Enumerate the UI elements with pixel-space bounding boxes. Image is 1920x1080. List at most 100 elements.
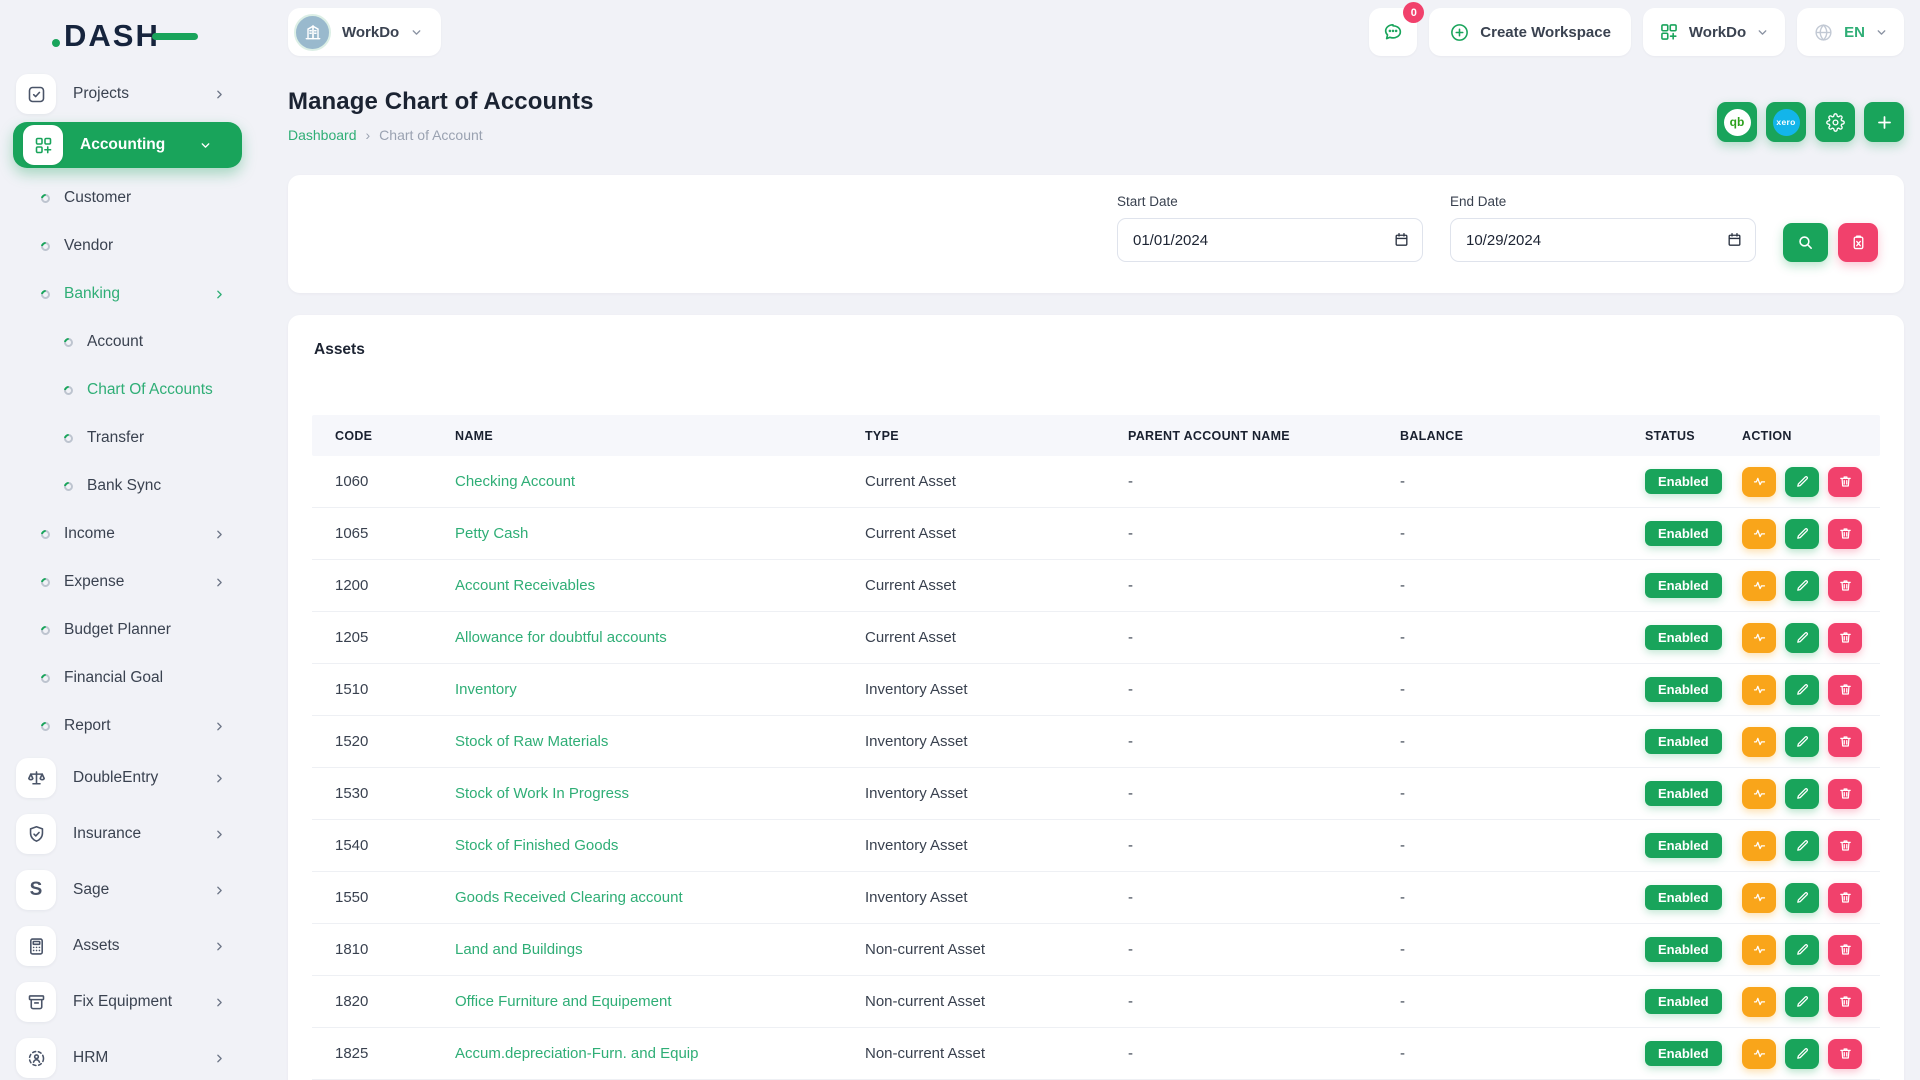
delete-button[interactable] (1828, 831, 1862, 861)
breadcrumb-dashboard-link[interactable]: Dashboard (288, 127, 357, 143)
cell-actions (1742, 935, 1880, 965)
delete-button[interactable] (1828, 727, 1862, 757)
delete-button[interactable] (1828, 467, 1862, 497)
transactions-button[interactable] (1742, 883, 1776, 913)
delete-button[interactable] (1828, 1039, 1862, 1069)
delete-button[interactable] (1828, 519, 1862, 549)
language-selector[interactable]: EN (1797, 8, 1904, 56)
sidebar-item-transfer[interactable]: Transfer (0, 414, 256, 462)
edit-button[interactable] (1785, 623, 1819, 653)
status-badge: Enabled (1645, 573, 1722, 598)
status-badge: Enabled (1645, 885, 1722, 910)
workspace-pill[interactable]: WorkDo (288, 8, 441, 56)
account-name-link[interactable]: Stock of Finished Goods (455, 837, 865, 854)
workspace-avatar (294, 14, 331, 51)
delete-button[interactable] (1828, 623, 1862, 653)
sidebar-item-fix-equipment[interactable]: Fix Equipment (0, 974, 256, 1030)
sidebar-item-income[interactable]: Income (0, 510, 256, 558)
create-workspace-button[interactable]: Create Workspace (1429, 8, 1631, 56)
sidebar-item-customer[interactable]: Customer (0, 174, 256, 222)
pencil-icon (1795, 526, 1810, 541)
activity-icon (1752, 734, 1767, 749)
table-row: 1205Allowance for doubtful accountsCurre… (312, 612, 1880, 664)
end-date-input[interactable] (1450, 218, 1756, 262)
messages-button[interactable]: 0 (1369, 8, 1417, 56)
account-name-link[interactable]: Account Receivables (455, 577, 865, 594)
xero-button[interactable]: xero (1766, 102, 1806, 142)
sidebar-item-sage[interactable]: SSage (0, 862, 256, 918)
sidebar-item-accounting[interactable]: Accounting (13, 122, 242, 168)
edit-button[interactable] (1785, 883, 1819, 913)
delete-button[interactable] (1828, 571, 1862, 601)
cell-actions (1742, 831, 1880, 861)
transactions-button[interactable] (1742, 779, 1776, 809)
transactions-button[interactable] (1742, 935, 1776, 965)
edit-button[interactable] (1785, 779, 1819, 809)
account-name-link[interactable]: Petty Cash (455, 525, 865, 542)
delete-button[interactable] (1828, 675, 1862, 705)
transactions-button[interactable] (1742, 727, 1776, 757)
sidebar-item-chart-of-accounts[interactable]: Chart Of Accounts (0, 366, 256, 414)
transactions-button[interactable] (1742, 467, 1776, 497)
transactions-button[interactable] (1742, 987, 1776, 1017)
sidebar-item-doubleentry[interactable]: DoubleEntry (0, 750, 256, 806)
sidebar-item-bank-sync[interactable]: Bank Sync (0, 462, 256, 510)
edit-button[interactable] (1785, 571, 1819, 601)
account-name-link[interactable]: Inventory (455, 681, 865, 698)
account-name-link[interactable]: Land and Buildings (455, 941, 865, 958)
delete-button[interactable] (1828, 987, 1862, 1017)
sidebar-item-hrm[interactable]: HRM (0, 1030, 256, 1080)
sidebar-item-report[interactable]: Report (0, 702, 256, 750)
sidebar-item-financial-goal[interactable]: Financial Goal (0, 654, 256, 702)
sidebar-item-account[interactable]: Account (0, 318, 256, 366)
account-name-link[interactable]: Allowance for doubtful accounts (455, 629, 865, 646)
transactions-button[interactable] (1742, 831, 1776, 861)
page-actions: qb xero (1717, 102, 1904, 143)
edit-button[interactable] (1785, 1039, 1819, 1069)
sidebar-item-budget-planner[interactable]: Budget Planner (0, 606, 256, 654)
edit-button[interactable] (1785, 467, 1819, 497)
edit-button[interactable] (1785, 675, 1819, 705)
sidebar-item-projects[interactable]: Projects (0, 72, 256, 116)
account-name-link[interactable]: Office Furniture and Equipement (455, 993, 865, 1010)
sidebar-item-expense[interactable]: Expense (0, 558, 256, 606)
sidebar-item-banking[interactable]: Banking (0, 270, 256, 318)
delete-button[interactable] (1828, 883, 1862, 913)
edit-button[interactable] (1785, 831, 1819, 861)
trash-icon (1838, 526, 1853, 541)
edit-button[interactable] (1785, 727, 1819, 757)
transactions-button[interactable] (1742, 571, 1776, 601)
clear-filter-button[interactable] (1838, 223, 1878, 262)
pencil-icon (1795, 1046, 1810, 1061)
brand-logo[interactable]: DASH (64, 14, 194, 58)
edit-button[interactable] (1785, 935, 1819, 965)
sidebar-item-insurance[interactable]: Insurance (0, 806, 256, 862)
settings-button[interactable] (1815, 102, 1855, 142)
transactions-button[interactable] (1742, 519, 1776, 549)
quickbooks-button[interactable]: qb (1717, 102, 1757, 142)
sidebar-item-label: DoubleEntry (73, 769, 158, 787)
quickbooks-icon: qb (1724, 109, 1751, 136)
clipboard-slash-icon (1850, 234, 1867, 251)
transactions-button[interactable] (1742, 623, 1776, 653)
search-button[interactable] (1783, 223, 1828, 262)
add-account-button[interactable] (1864, 102, 1904, 142)
start-date-input[interactable] (1117, 218, 1423, 262)
edit-button[interactable] (1785, 987, 1819, 1017)
transactions-button[interactable] (1742, 675, 1776, 705)
edit-button[interactable] (1785, 519, 1819, 549)
delete-button[interactable] (1828, 779, 1862, 809)
workspace-switcher[interactable]: WorkDo (1643, 8, 1785, 56)
column-header-status: STATUS (1645, 429, 1742, 443)
account-name-link[interactable]: Checking Account (455, 473, 865, 490)
account-name-link[interactable]: Accum.depreciation-Furn. and Equip (455, 1045, 865, 1062)
start-date-label: Start Date (1117, 194, 1423, 209)
delete-button[interactable] (1828, 935, 1862, 965)
sidebar-item-assets[interactable]: Assets (0, 918, 256, 974)
account-name-link[interactable]: Stock of Raw Materials (455, 733, 865, 750)
main-area: WorkDo 0 Create Workspace (288, 0, 1904, 1080)
transactions-button[interactable] (1742, 1039, 1776, 1069)
account-name-link[interactable]: Goods Received Clearing account (455, 889, 865, 906)
sidebar-item-vendor[interactable]: Vendor (0, 222, 256, 270)
account-name-link[interactable]: Stock of Work In Progress (455, 785, 865, 802)
